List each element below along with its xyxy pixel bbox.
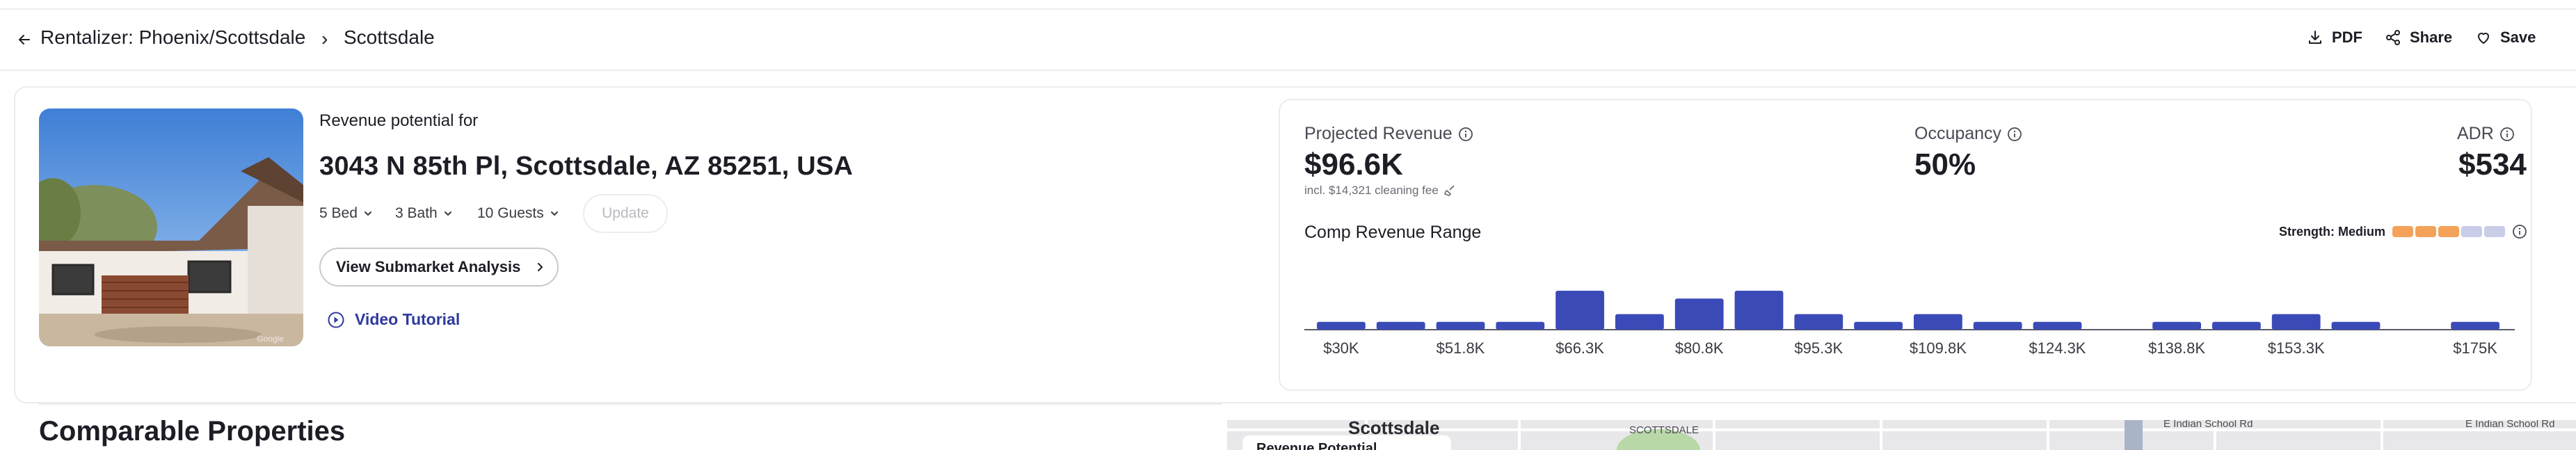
strength-bar <box>2415 226 2436 237</box>
adr-label-text: ADR <box>2457 124 2494 143</box>
save-button[interactable]: Save <box>2475 26 2536 49</box>
chart-tick-label: $175K <box>2453 339 2497 357</box>
chart-tick-label: $138.8K <box>2148 339 2205 357</box>
chart-bar[interactable] <box>2212 321 2261 330</box>
guests-select[interactable]: 10 Guests <box>477 202 559 225</box>
chart-bar[interactable] <box>2271 314 2321 330</box>
chart-bar[interactable] <box>1794 314 1843 330</box>
property-photo[interactable]: Google <box>39 109 303 346</box>
save-label: Save <box>2500 29 2536 46</box>
map-area-label: SCOTTSDALE <box>1629 424 1699 436</box>
broom-icon <box>1444 185 1455 196</box>
chart-bar[interactable] <box>1734 291 1784 330</box>
strength-bar <box>2392 226 2413 237</box>
strength-bar <box>2484 226 2505 237</box>
chart-bar[interactable] <box>1674 298 1724 330</box>
chart-bar[interactable] <box>1436 321 1485 330</box>
strength-bar <box>2438 226 2459 237</box>
chart-tick-label: $80.8K <box>1675 339 1724 357</box>
chart-bar[interactable] <box>1376 321 1425 330</box>
chart-tick-label: $153.3K <box>2268 339 2325 357</box>
info-icon[interactable] <box>2007 127 2022 142</box>
chart-bar[interactable] <box>2331 321 2381 330</box>
chevron-down-icon <box>364 211 371 216</box>
map-road-label: E Indian School Rd <box>2163 420 2253 430</box>
chart-bar[interactable] <box>2033 321 2082 330</box>
pdf-label: PDF <box>2332 29 2362 46</box>
comp-revenue-range-title: Comp Revenue Range <box>1304 223 1482 242</box>
chart-tick-label: $30K <box>1323 339 1359 357</box>
page-header: Rentalizer: Phoenix/Scottsdale › Scottsd… <box>0 10 2576 71</box>
chart-tick-label: $66.3K <box>1555 339 1604 357</box>
strength-bar <box>2461 226 2482 237</box>
projected-revenue-label: Projected Revenue <box>1304 124 1473 144</box>
comp-revenue-chart: $30K $51.8K $66.3K $80.8K $95.3K $109.8K $124.… <box>1304 291 2515 357</box>
strength-bars <box>2392 226 2505 237</box>
chevron-down-icon <box>444 211 451 216</box>
bed-select[interactable]: 5 Bed <box>319 202 373 225</box>
adr-value: $534 <box>2458 147 2527 182</box>
chart-tick-label: $109.8K <box>1910 339 1967 357</box>
chart-bar[interactable] <box>1973 321 2022 330</box>
comparables-map[interactable]: Scottsdale SCOTTSDALE E Indian School Rd… <box>1227 420 2576 450</box>
guests-value: 10 Guests <box>477 205 544 221</box>
download-icon <box>2309 31 2321 44</box>
chevron-right-icon <box>538 263 543 271</box>
chart-bar[interactable] <box>1496 321 1545 330</box>
strength-indicator: Strength: Medium <box>2279 224 2527 239</box>
map-revenue-potential-card[interactable]: Revenue Potential <box>1242 435 1451 450</box>
top-strip <box>0 0 2576 10</box>
chart-bar[interactable] <box>2451 321 2499 330</box>
chart-bar[interactable] <box>1615 314 1664 330</box>
bath-value: 3 Bath <box>395 205 438 221</box>
submarket-label: View Submarket Analysis <box>336 258 521 275</box>
bath-select[interactable]: 3 Bath <box>395 202 453 225</box>
info-icon[interactable] <box>2512 224 2527 239</box>
projected-revenue-value: $96.6K <box>1304 147 1403 182</box>
breadcrumb-separator-icon: › <box>321 28 328 49</box>
share-icon <box>2386 30 2400 45</box>
strength-label: Strength: Medium <box>2279 224 2385 239</box>
play-circle-icon <box>328 312 344 328</box>
occupancy-label-text: Occupancy <box>1914 124 2002 143</box>
pdf-button[interactable]: PDF <box>2307 26 2362 49</box>
view-submarket-analysis-button[interactable]: View Submarket Analysis <box>319 248 559 287</box>
projected-revenue-label-text: Projected Revenue <box>1304 124 1453 143</box>
chart-bar[interactable] <box>2152 321 2201 330</box>
cleaning-fee-note: incl. $14,321 cleaning fee <box>1304 184 1457 198</box>
back-arrow-icon[interactable] <box>15 31 33 49</box>
video-tutorial-label: Video Tutorial <box>355 310 461 328</box>
bed-value: 5 Bed <box>319 205 358 221</box>
chart-tick-label: $124.3K <box>2029 339 2086 357</box>
occupancy-label: Occupancy <box>1914 124 2022 144</box>
info-icon[interactable] <box>2499 127 2515 142</box>
update-button[interactable]: Update <box>583 194 668 233</box>
comparable-properties-title: Comparable Properties <box>39 416 346 447</box>
cleaning-fee-text: incl. $14,321 cleaning fee <box>1304 184 1439 197</box>
adr-label: ADR <box>2457 124 2515 144</box>
chart-tick-label: $51.8K <box>1437 339 1485 357</box>
info-icon[interactable] <box>1458 127 1473 142</box>
property-address: 3043 N 85th Pl, Scottsdale, AZ 85251, US… <box>319 152 854 181</box>
chart-tick-label: $95.3K <box>1794 339 1843 357</box>
chart-bar[interactable] <box>1317 321 1366 330</box>
google-watermark: Google <box>257 334 284 344</box>
share-label: Share <box>2410 29 2453 46</box>
chart-bar[interactable] <box>1854 321 1903 330</box>
map-road-label-2: E Indian School Rd <box>2465 420 2555 430</box>
section-divider <box>39 403 1222 405</box>
breadcrumb-root[interactable]: Rentalizer: Phoenix/Scottsdale <box>40 25 305 50</box>
chart-bar[interactable] <box>1555 291 1604 330</box>
video-tutorial-link[interactable]: Video Tutorial <box>327 310 460 329</box>
breadcrumb-current: Scottsdale <box>344 26 435 48</box>
share-button[interactable]: Share <box>2385 26 2452 49</box>
occupancy-value: 50% <box>1914 147 1976 182</box>
chart-bar[interactable] <box>1914 314 1962 330</box>
heart-icon <box>2478 33 2489 44</box>
chevron-down-icon <box>550 211 558 216</box>
revenue-potential-label: Revenue potential for <box>319 111 479 130</box>
